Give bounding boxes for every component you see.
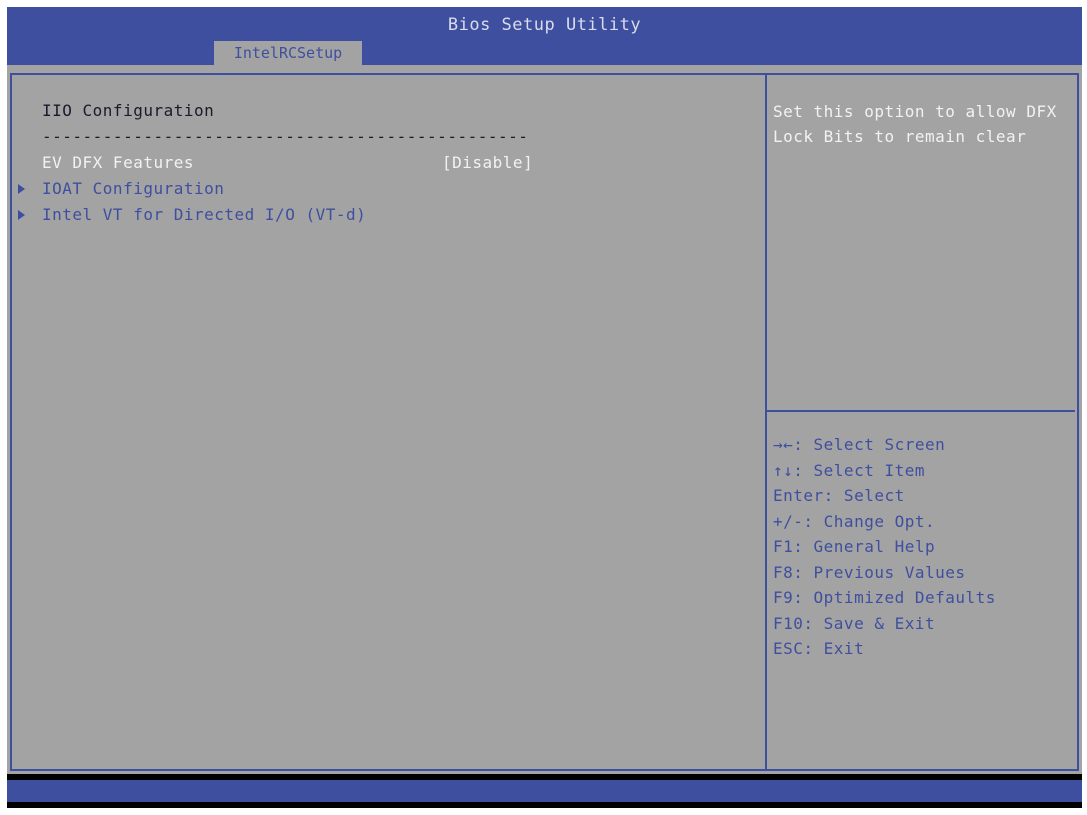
heading-divider: ----------------------------------------… [42,127,529,146]
help-description: Set this option to allow DFX Lock Bits t… [773,102,1057,146]
status-bar-strip [7,780,1082,802]
setting-ev-dfx-features-value[interactable]: [Disable] [442,153,533,172]
key-hint-save-exit: F10: Save & Exit [773,614,936,633]
help-panel: Set this option to allow DFX Lock Bits t… [767,73,1079,771]
tab-intelrcsetup[interactable]: IntelRCSetup [214,41,362,65]
key-hint-select-item: ↑↓: Select Item [773,461,925,480]
settings-panel: IIO Configuration ----------------------… [10,73,767,771]
key-hint-enter: Enter: Select [773,486,905,505]
content-area: IIO Configuration ----------------------… [7,65,1082,774]
submenu-arrow-icon [18,210,25,220]
key-hint-previous-values: F8: Previous Values [773,563,966,582]
key-hint-select-screen: →←: Select Screen [773,435,946,454]
submenu-ioat-configuration[interactable]: IOAT Configuration [42,179,224,198]
key-hint-optimized-defaults: F9: Optimized Defaults [773,588,996,607]
title-bar: Bios Setup Utility IntelRCSetup [7,7,1082,65]
key-hint-change-opt: +/-: Change Opt. [773,512,936,531]
help-divider [767,410,1075,412]
key-hint-general-help: F1: General Help [773,537,936,556]
submenu-intel-vt-d[interactable]: Intel VT for Directed I/O (VT-d) [42,205,366,224]
bios-screen: Bios Setup Utility IntelRCSetup IIO Conf… [7,7,1082,808]
status-bar [7,774,1082,808]
key-hint-esc-exit: ESC: Exit [773,639,865,658]
window-title: Bios Setup Utility [447,15,642,35]
setting-ev-dfx-features[interactable]: EV DFX Features [42,153,194,172]
page-title: IIO Configuration [42,101,215,120]
submenu-arrow-icon [18,184,25,194]
